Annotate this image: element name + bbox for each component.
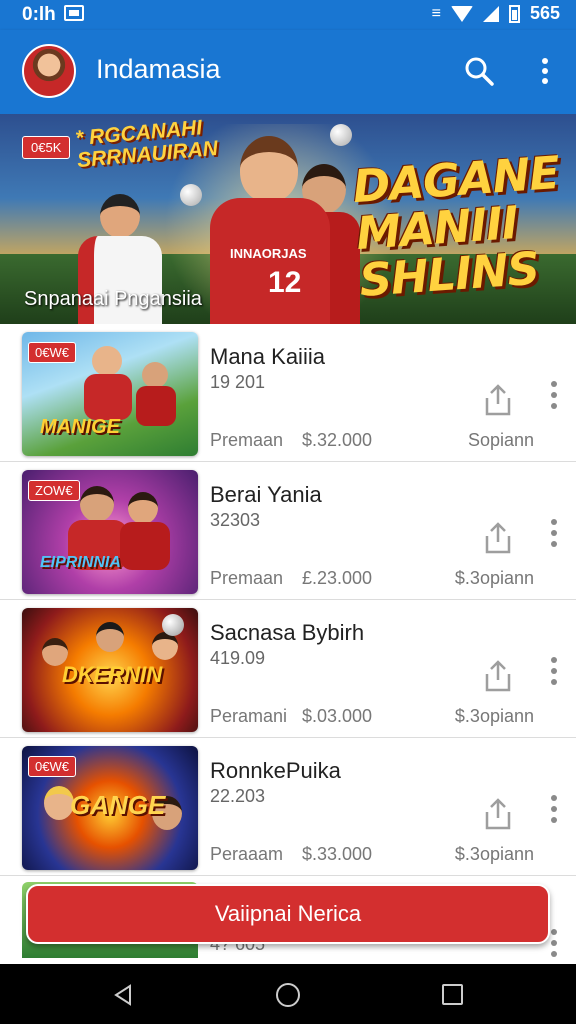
item-art-text: DKERNIN (62, 662, 163, 687)
item-action-label[interactable]: $.3opiann (455, 844, 534, 865)
more-vert-icon[interactable] (546, 518, 562, 548)
item-title: Mana Kaiiia (210, 344, 325, 369)
status-time: 0:lh (22, 4, 56, 25)
hero-caption: Snpanaai Pngansiia (24, 288, 202, 310)
more-vert-icon[interactable] (546, 380, 562, 410)
status-battery-text: 565 (529, 3, 560, 23)
list-item[interactable]: ZOW€ EIPRINNIA Berai Yania 32303 Premaan… (0, 462, 576, 600)
hero-title: DAGANE MANIII SHLINS (351, 145, 561, 308)
more-vert-icon[interactable] (546, 794, 562, 824)
hero-jersey-text: INNAORJAS (230, 246, 307, 261)
hero-ball (180, 184, 202, 206)
notification-icon (64, 5, 84, 21)
signal-icon (482, 5, 499, 22)
item-action-label[interactable]: $.3opiann (455, 568, 534, 589)
avatar[interactable] (22, 44, 76, 98)
share-icon[interactable] (484, 798, 512, 830)
item-art-text: GANGE (70, 790, 166, 820)
item-meta: Peramani (210, 706, 288, 726)
search-icon[interactable] (464, 56, 494, 86)
item-tag: 0€W€ (28, 342, 76, 363)
item-meta: Premaan (210, 430, 284, 450)
item-title: Berai Yania (210, 482, 322, 507)
item-price: $.03.000 (302, 706, 373, 726)
item-title: Sacnasa Bybirh (210, 620, 365, 645)
list-item[interactable]: DKERNIN Sacnasa Bybirh 419.09 Peramani $… (0, 600, 576, 738)
item-thumbnail[interactable]: ZOW€ EIPRINNIA (22, 470, 198, 594)
item-price: $.32.000 (302, 430, 373, 450)
system-nav-bar (0, 964, 576, 1024)
item-thumbnail[interactable]: 0€W€ GANGE (22, 746, 198, 870)
battery-icon (508, 4, 520, 23)
item-action-label[interactable]: Sopiann (468, 430, 534, 451)
status-icons: ≡ 565 (432, 3, 560, 24)
item-art-text: EIPRINNIA (40, 554, 121, 571)
home-icon[interactable] (276, 983, 300, 1007)
recents-icon[interactable] (442, 984, 463, 1005)
app-bar: Indamasia (0, 30, 576, 114)
more-vert-icon[interactable] (530, 56, 560, 86)
share-icon[interactable] (484, 384, 512, 416)
share-icon[interactable] (484, 660, 512, 692)
item-title: RonnkePuika (210, 758, 341, 783)
vibrate-icon: ≡ (431, 4, 441, 22)
item-tag: 0€W€ (28, 756, 76, 777)
item-tag: ZOW€ (28, 480, 80, 501)
status-bar: 0:lh ≡ 565 (0, 0, 576, 30)
back-icon[interactable] (112, 984, 134, 1006)
item-price: £.23.000 (302, 568, 373, 588)
primary-action-button[interactable]: Vaiipnai Nerica (26, 884, 550, 944)
item-subtitle: 32303 (210, 510, 261, 530)
app-title: Indamasia (96, 54, 221, 84)
wifi-icon (450, 5, 473, 22)
item-action-label[interactable]: $.3opiann (455, 706, 534, 727)
item-meta: Peraaam (210, 844, 284, 864)
hero-ball (330, 124, 352, 146)
game-list: 0€W€ MANIGE Mana Kaiiia 19 201 Premaan $… (0, 324, 576, 958)
item-price: $.33.000 (302, 844, 373, 864)
more-vert-icon[interactable] (546, 656, 562, 686)
hero-jersey-number: 12 (268, 266, 302, 299)
item-subtitle: 22.203 (210, 786, 266, 806)
item-art-text: MANIGE (40, 416, 120, 438)
hero-badge: 0€5K (22, 136, 71, 159)
share-icon[interactable] (484, 522, 512, 554)
item-meta: Premaan (210, 568, 284, 588)
hero-banner[interactable]: INNAORJAS 12 0€5K * RGCANAHI SRRNAUIRAN … (0, 114, 576, 324)
item-subtitle: 419.09 (210, 648, 266, 668)
hero-player-main: INNAORJAS 12 (210, 136, 330, 324)
item-thumbnail[interactable]: DKERNIN (22, 608, 198, 732)
item-thumbnail[interactable]: 0€W€ MANIGE (22, 332, 198, 456)
list-item[interactable]: 0€W€ GANGE RonnkePuika 22.203 Peraaam $.… (0, 738, 576, 876)
list-item[interactable]: 0€W€ MANIGE Mana Kaiiia 19 201 Premaan $… (0, 324, 576, 462)
item-subtitle: 19 201 (210, 372, 266, 392)
